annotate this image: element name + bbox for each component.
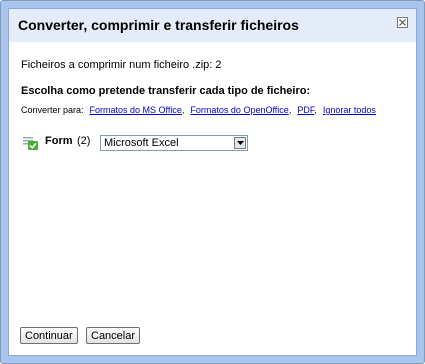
- link-pdf[interactable]: PDF: [297, 105, 314, 115]
- format-select[interactable]: Microsoft Excel: [100, 135, 248, 151]
- convert-to-row: Converter para: Formatos do MS Office, For…: [21, 105, 376, 115]
- link-separator: ,: [288, 105, 292, 115]
- close-icon: [399, 19, 406, 26]
- link-ignore-all[interactable]: Ignorar todos: [323, 105, 376, 115]
- form-icon: [23, 137, 38, 150]
- link-ms-office-formats[interactable]: Formatos do MS Office: [90, 105, 182, 115]
- dialog-titlebar: Converter, comprimir e transferir fichei…: [9, 9, 416, 42]
- link-separator: ,: [314, 105, 317, 115]
- file-type-name: Form: [45, 135, 73, 147]
- dialog-frame: Converter, comprimir e transferir fichei…: [0, 0, 425, 364]
- dropdown-arrow-button[interactable]: [234, 137, 246, 149]
- dialog-title: Converter, comprimir e transferir fichei…: [18, 17, 299, 33]
- link-openoffice-formats[interactable]: Formatos do OpenOffice: [190, 105, 288, 115]
- close-button[interactable]: [397, 17, 408, 28]
- link-separator: ,: [181, 105, 185, 115]
- file-type-count: (2): [77, 135, 91, 147]
- cancel-button[interactable]: Cancelar: [86, 327, 141, 344]
- file-count-text: Ficheiros a comprimir num ficheiro .zip:…: [21, 59, 222, 71]
- format-select-value: Microsoft Excel: [104, 137, 179, 149]
- file-type-row-form: Form (2) Microsoft Excel: [23, 132, 403, 152]
- download-dialog: Converter, comprimir e transferir fichei…: [8, 8, 417, 356]
- continue-button[interactable]: Continuar: [20, 327, 78, 344]
- convert-to-label: Converter para:: [21, 105, 84, 115]
- transfer-heading: Escolha como pretende transferir cada ti…: [21, 85, 311, 97]
- chevron-down-icon: [237, 141, 244, 145]
